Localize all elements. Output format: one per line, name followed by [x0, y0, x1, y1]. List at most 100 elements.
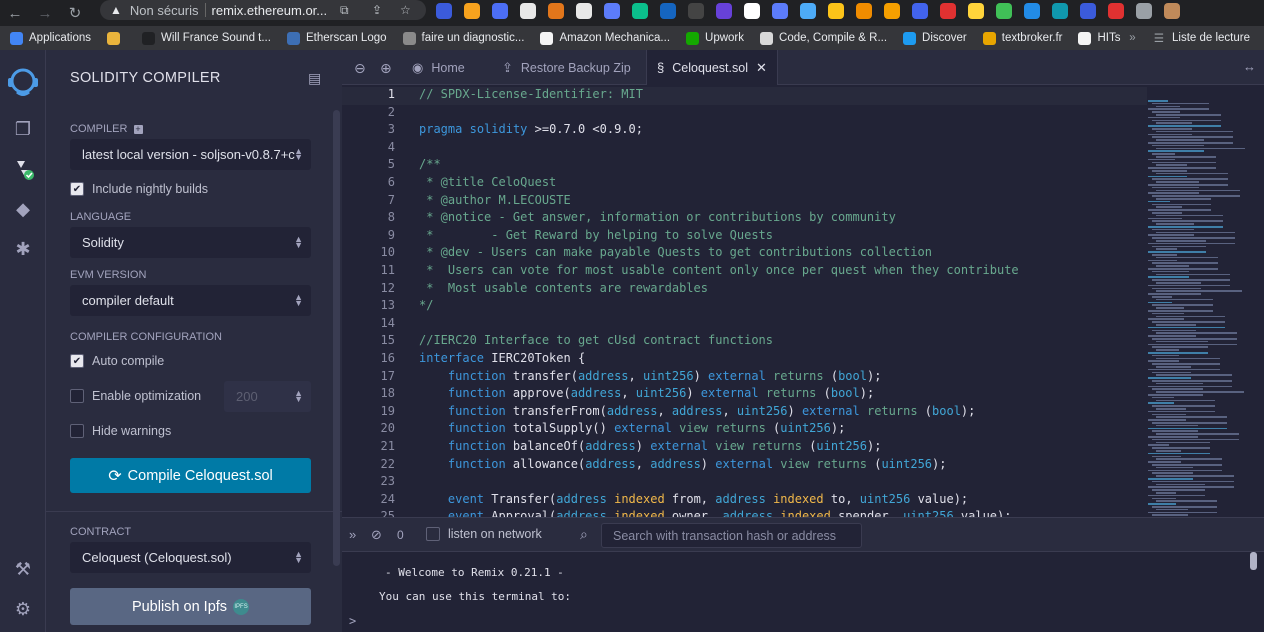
tab-home[interactable]: ◉ Home [412, 50, 465, 85]
bookmark-item[interactable]: textbroker.fr [982, 31, 1062, 45]
browser-extension-icon[interactable] [464, 3, 480, 19]
checkbox-checked-icon[interactable]: ✔ [70, 182, 84, 196]
deploy-run-icon[interactable]: ◆ [10, 196, 36, 222]
browser-extension-icon[interactable] [856, 3, 872, 19]
code-line[interactable]: 19 function transferFrom(address, addres… [342, 404, 1147, 422]
browser-extension-icon[interactable] [576, 3, 592, 19]
browser-extension-icon[interactable] [884, 3, 900, 19]
code-editor[interactable]: 1// SPDX-License-Identifier: MIT 2 3 pragma… [342, 85, 1264, 517]
browser-extension-icon[interactable] [716, 3, 732, 19]
checkbox-unchecked-icon[interactable] [70, 389, 84, 403]
documentation-icon[interactable]: ▤ [308, 70, 321, 87]
debugger-icon[interactable]: ✱ [10, 236, 36, 262]
forward-icon[interactable]: → [30, 0, 60, 26]
browser-extension-icon[interactable] [1052, 3, 1068, 19]
reload-icon[interactable]: ↻ [60, 0, 90, 26]
clear-console-icon[interactable]: ⊘ [371, 527, 382, 543]
collapse-terminal-icon[interactable]: » [349, 527, 356, 542]
code-line[interactable]: 7 * @author M.LECOUSTE [342, 193, 1147, 211]
browser-extension-icon[interactable] [940, 3, 956, 19]
terminal-output[interactable]: - Welcome to Remix 0.21.1 - You can use … [342, 552, 1264, 632]
code-line[interactable]: 13 */ [342, 298, 1147, 316]
expand-icon[interactable]: ↔ [1243, 59, 1256, 74]
bookmark-item[interactable]: Discover [903, 31, 967, 45]
plugin-manager-icon[interactable]: ⚒ [10, 556, 36, 582]
terminal-search-input[interactable]: Search with transaction hash or address [601, 523, 862, 548]
browser-extension-icon[interactable] [688, 3, 704, 19]
include-nightly-checkbox[interactable]: ✔ Include nightly builds [70, 182, 208, 196]
stepper-arrows-icon[interactable]: ▲ ▼ [294, 389, 303, 404]
enable-optimization-checkbox[interactable]: Enable optimization [70, 389, 201, 403]
hide-warnings-checkbox[interactable]: Hide warnings [70, 424, 171, 438]
code-line[interactable]: 6 * @title CeloQuest [342, 175, 1147, 193]
browser-extension-icon[interactable] [828, 3, 844, 19]
reading-list-label[interactable]: Liste de lecture [1172, 32, 1250, 44]
more-bookmarks-icon[interactable]: » [1129, 32, 1135, 44]
terminal-prompt[interactable]: > [349, 614, 356, 628]
bookmark-item[interactable]: Code, Compile & R... [760, 31, 887, 45]
share-icon[interactable]: ⇪ [372, 3, 382, 17]
code-line[interactable]: 21 function balanceOf(address) external … [342, 439, 1147, 457]
bookmark-item[interactable]: faire un diagnostic... [402, 31, 524, 45]
code-line[interactable]: 3 pragma solidity >=0.7.0 <0.9.0; [342, 122, 1147, 140]
browser-extension-icon[interactable] [1108, 3, 1124, 19]
optimization-runs-input[interactable]: 200 ▲ ▼ [224, 381, 311, 412]
checkbox-unchecked-icon[interactable] [426, 527, 440, 541]
code-line[interactable]: 11 * Users can vote for most usable cont… [342, 263, 1147, 281]
remix-logo-icon[interactable] [5, 66, 41, 98]
browser-extension-icon[interactable] [968, 3, 984, 19]
zoom-out-icon[interactable]: ⊖ [354, 60, 366, 77]
code-line[interactable]: 12 * Most usable contents are rewardable… [342, 281, 1147, 299]
bookmark-item[interactable]: HITs [1078, 31, 1120, 45]
checkbox-checked-icon[interactable]: ✔ [70, 354, 84, 368]
compiler-version-select[interactable]: latest local version - soljson-v0.8.7+c ▲… [70, 139, 311, 170]
browser-extension-icon[interactable] [1024, 3, 1040, 19]
code-line[interactable]: 20 function totalSupply() external view … [342, 421, 1147, 439]
browser-extension-icon[interactable] [604, 3, 620, 19]
code-line[interactable]: 4 [342, 140, 1147, 158]
auto-compile-checkbox[interactable]: ✔ Auto compile [70, 354, 164, 368]
close-tab-icon[interactable]: ✕ [756, 60, 767, 76]
bookmark-item[interactable]: Applications [10, 31, 91, 45]
bookmark-item[interactable]: Upwork [686, 31, 744, 45]
browser-extension-icon[interactable] [912, 3, 928, 19]
solidity-compiler-icon[interactable] [10, 156, 36, 182]
code-line[interactable]: 24 event Transfer(address indexed from, … [342, 492, 1147, 510]
code-line[interactable]: 9 * - Get Reward by helping to solve Que… [342, 228, 1147, 246]
code-line[interactable]: 25 event Approval(address indexed owner,… [342, 509, 1147, 517]
checkbox-unchecked-icon[interactable] [70, 424, 84, 438]
browser-extension-icon[interactable] [1136, 3, 1152, 19]
settings-gear-icon[interactable]: ⚙ [10, 596, 36, 622]
code-minimap[interactable] [1148, 100, 1258, 520]
back-icon[interactable]: ← [0, 0, 30, 26]
code-line[interactable]: 10 * @dev - Users can make payable Quest… [342, 245, 1147, 263]
bookmark-item[interactable]: Etherscan Logo [286, 31, 387, 45]
bookmark-item[interactable]: Amazon Mechanica... [540, 31, 670, 45]
bookmark-star-icon[interactable]: ☆ [400, 3, 411, 17]
code-line[interactable]: 22 function allowance(address, address) … [342, 457, 1147, 475]
code-line[interactable]: 1 // SPDX-License-Identifier: MIT [342, 87, 1147, 105]
code-line[interactable]: 15 //IERC20 Interface to get cUsd contrac… [342, 333, 1147, 351]
browser-extension-icon[interactable] [548, 3, 564, 19]
code-line[interactable]: 16 interface IERC20Token { [342, 351, 1147, 369]
code-line[interactable]: 17 function transfer(address, uint256) e… [342, 369, 1147, 387]
reading-list-icon[interactable]: ☰ [1154, 31, 1164, 45]
terminal-scrollbar[interactable] [1250, 552, 1257, 570]
bookmark-item[interactable] [107, 31, 126, 45]
browser-extension-icon[interactable] [996, 3, 1012, 19]
zoom-in-icon[interactable]: ⊕ [380, 60, 392, 77]
browser-extension-icon[interactable] [1080, 3, 1096, 19]
add-compiler-icon[interactable]: + [133, 125, 143, 134]
code-line[interactable]: 18 function approve(address, uint256) ex… [342, 386, 1147, 404]
translate-icon[interactable]: ⧉ [340, 3, 349, 18]
browser-extension-icon[interactable] [744, 3, 760, 19]
browser-extension-icon[interactable] [436, 3, 452, 19]
code-line[interactable]: 14 [342, 316, 1147, 334]
panel-scrollbar[interactable] [333, 110, 340, 566]
code-line[interactable]: 8 * @notice - Get answer, information or… [342, 210, 1147, 228]
browser-extension-icon[interactable] [632, 3, 648, 19]
contract-select[interactable]: Celoquest (Celoquest.sol) ▲ ▼ [70, 542, 311, 573]
evm-version-select[interactable]: compiler default ▲ ▼ [70, 285, 311, 316]
bookmark-item[interactable]: Will France Sound t... [142, 31, 271, 45]
tab-celoquest[interactable]: § Celoquest.sol ✕ [646, 50, 778, 85]
